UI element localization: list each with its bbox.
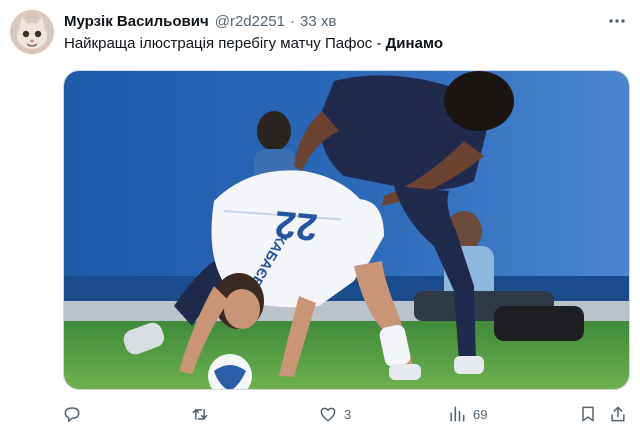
tweet-header: Мурзік Васильович @r2d2251 · 33 хв (64, 11, 336, 31)
repost-button[interactable] (190, 402, 216, 426)
like-button[interactable]: 3 (318, 402, 351, 426)
tweet-text-plain: Найкраща ілюстрація перебігу матчу Пафос… (64, 35, 386, 52)
like-count: 3 (344, 406, 352, 422)
more-icon (609, 19, 625, 23)
tweet-time[interactable]: 33 хв (300, 13, 336, 30)
author-name[interactable]: Мурзік Васильович (64, 13, 209, 30)
views-icon (450, 406, 465, 422)
tweet-text-bold: Динамо (385, 35, 443, 52)
bookmark-button[interactable] (578, 402, 598, 426)
like-icon (320, 407, 336, 422)
reply-icon (64, 407, 80, 422)
cat-avatar-icon (10, 10, 54, 54)
separator-dot: · (290, 12, 295, 30)
more-button[interactable] (606, 10, 628, 32)
tweet-photo[interactable]: 22 КАБАЄВ (63, 70, 630, 390)
tweet-text: Найкраща ілюстрація перебігу матчу Пафос… (64, 35, 443, 52)
author-handle[interactable]: @r2d2251 (215, 13, 285, 30)
football-photo-illustration: 22 КАБАЄВ (64, 71, 629, 389)
share-button[interactable] (608, 402, 628, 426)
views-button[interactable]: 69 (447, 402, 487, 426)
reply-button[interactable] (62, 402, 88, 426)
share-icon (611, 406, 625, 422)
tweet-actions: 3 69 (0, 400, 640, 430)
bookmark-icon (582, 406, 594, 422)
repost-icon (192, 409, 208, 420)
views-count: 69 (473, 406, 488, 422)
avatar[interactable] (10, 10, 54, 54)
